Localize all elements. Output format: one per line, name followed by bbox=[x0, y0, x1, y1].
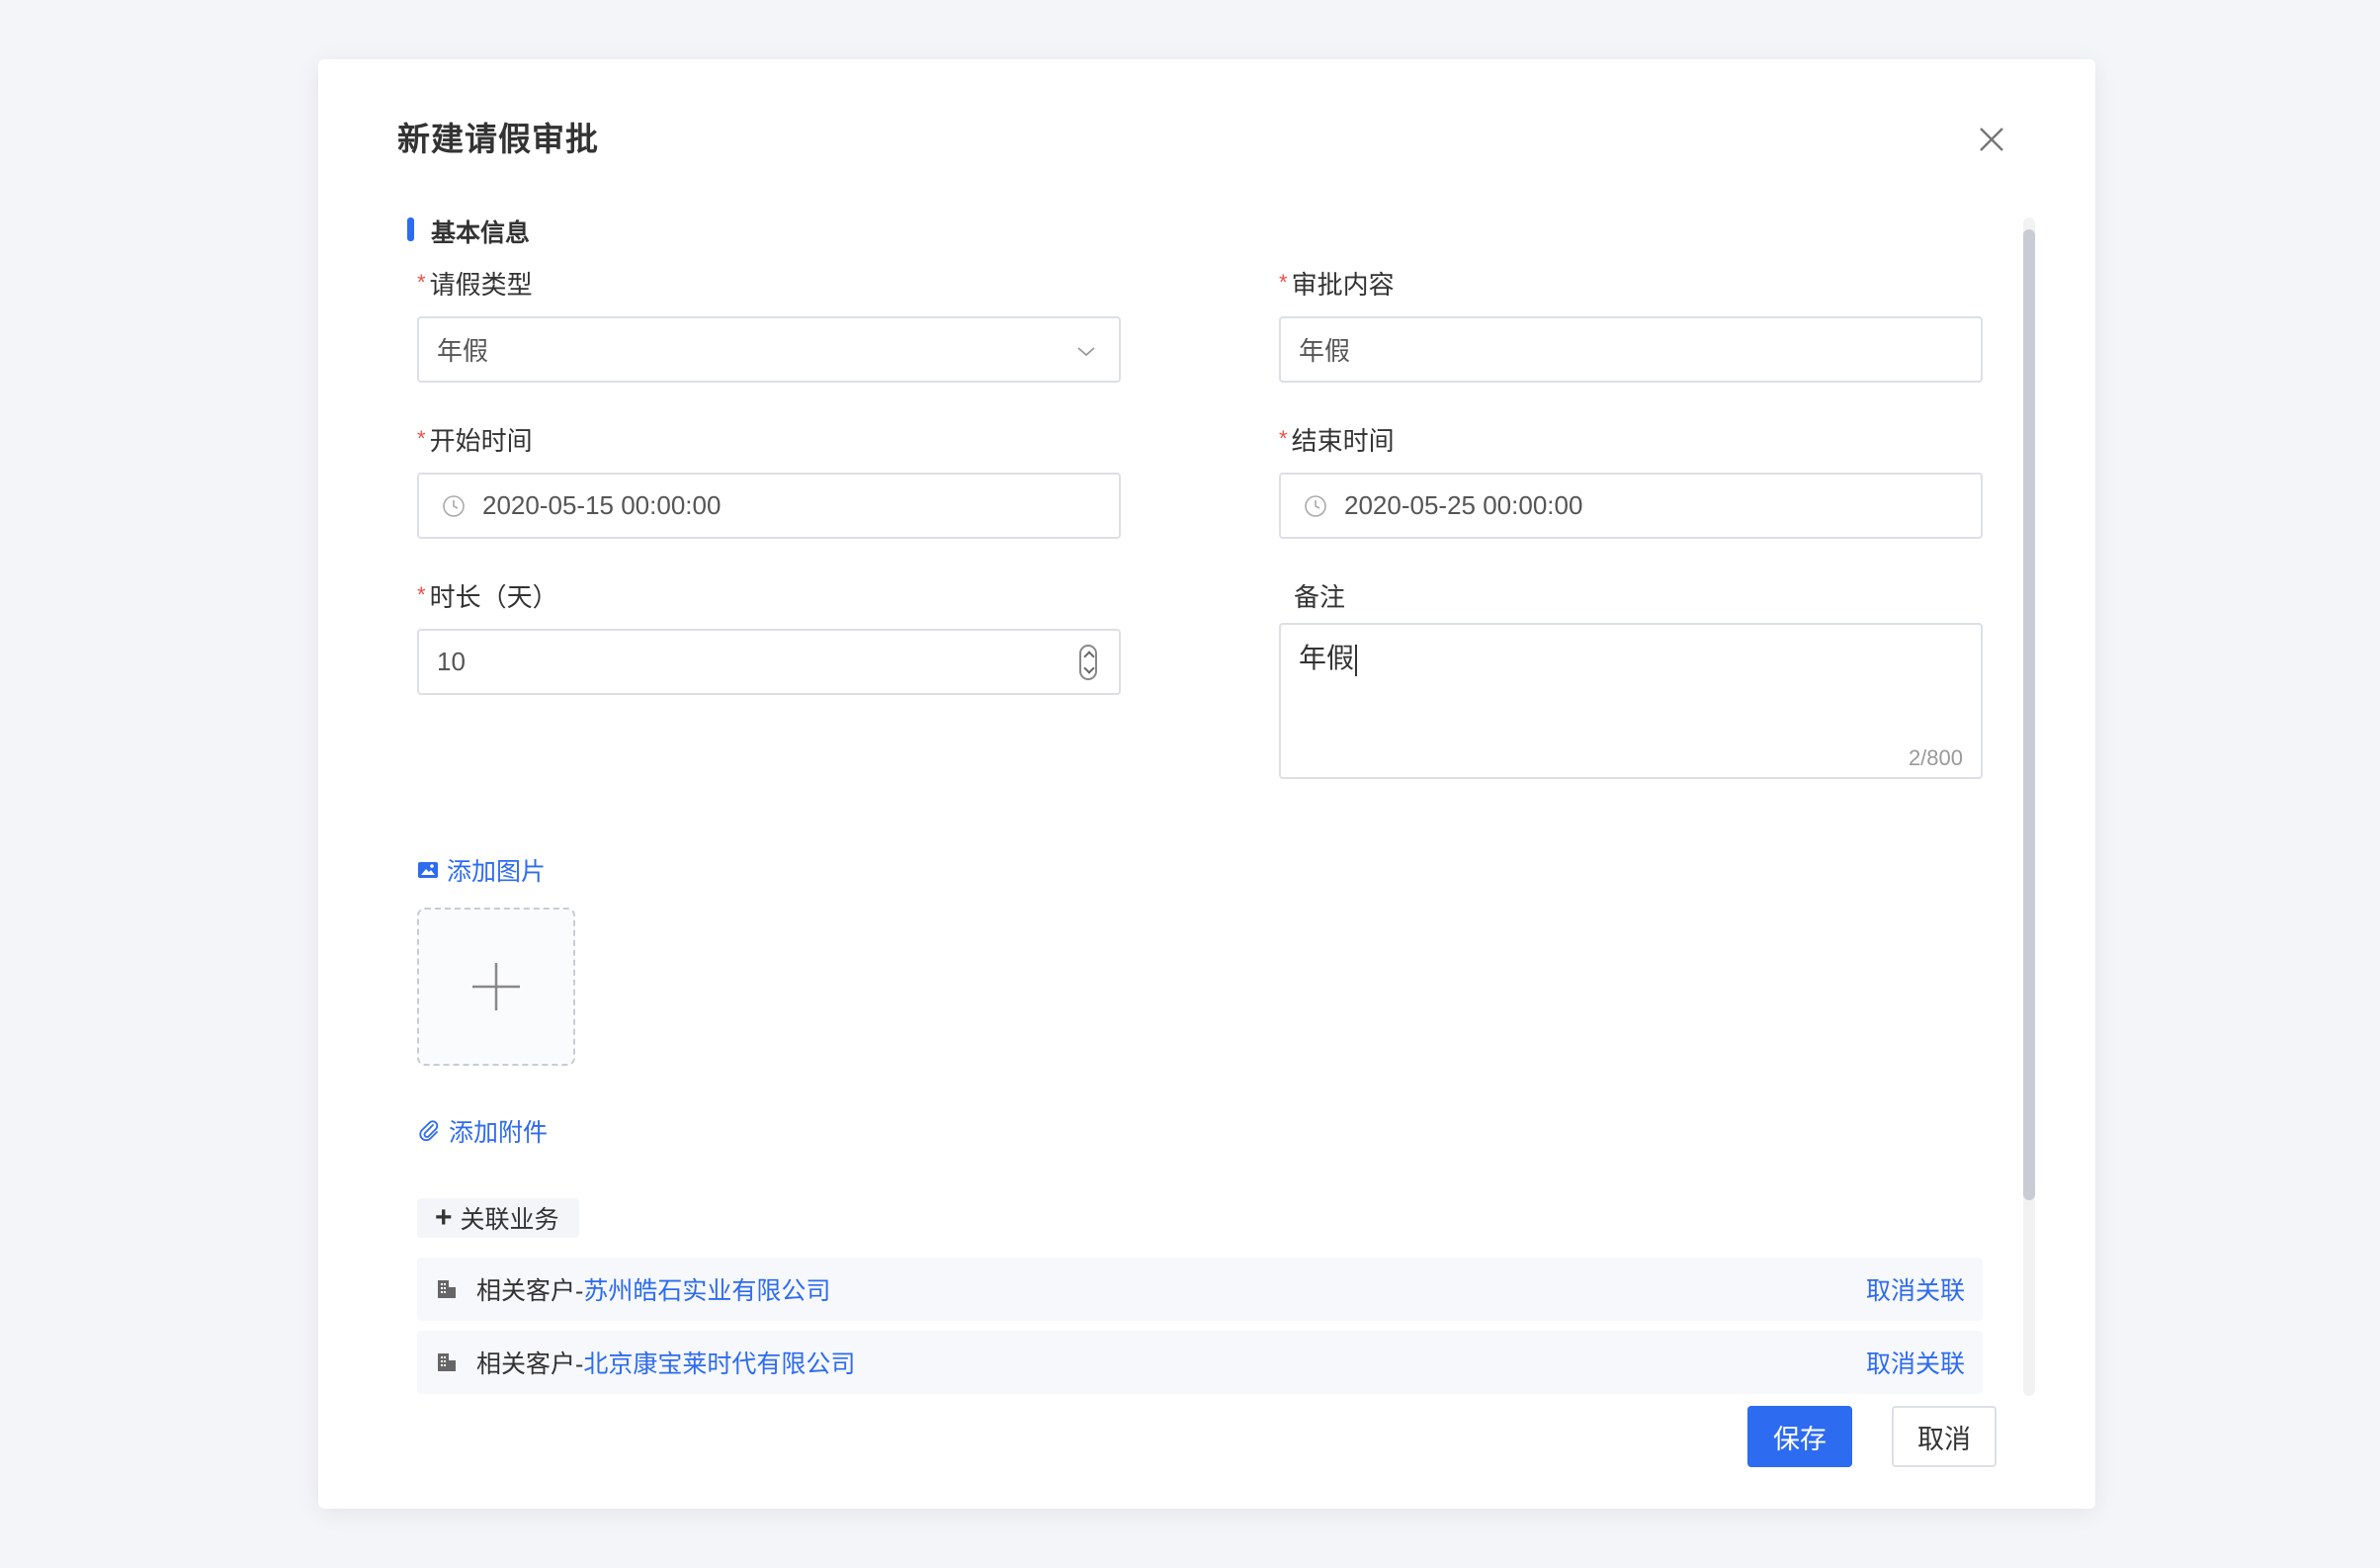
end-time-picker[interactable]: 2020-05-25 00:00:00 bbox=[1279, 473, 1983, 539]
add-related-label: 关联业务 bbox=[460, 1206, 559, 1234]
related-item: 相关客户- 苏州皓石实业有限公司 取消关联 bbox=[417, 1258, 1983, 1321]
save-button[interactable]: 保存 bbox=[1747, 1406, 1852, 1467]
plus-icon: + bbox=[435, 1201, 453, 1234]
remark-textarea[interactable]: 年假 2/800 bbox=[1279, 623, 1983, 779]
start-time-label: * 开始时间 bbox=[417, 421, 533, 458]
remark-value: 年假 bbox=[1299, 643, 1355, 673]
dialog-title: 新建请假审批 bbox=[397, 121, 599, 157]
start-time-label-text: 开始时间 bbox=[429, 426, 533, 456]
required-mark: * bbox=[417, 582, 426, 607]
end-time-label-text: 结束时间 bbox=[1291, 426, 1395, 456]
end-time-value: 2020-05-25 00:00:00 bbox=[1344, 490, 1583, 520]
related-customer-link[interactable]: 北京康宝莱时代有限公司 bbox=[583, 1345, 855, 1380]
unlink-button[interactable]: 取消关联 bbox=[1866, 1271, 1965, 1307]
approval-content-value: 年假 bbox=[1299, 336, 1351, 366]
leave-type-select[interactable]: 年假 bbox=[417, 316, 1121, 383]
scrollbar-thumb[interactable] bbox=[2023, 229, 2035, 1200]
image-upload-box[interactable] bbox=[417, 908, 575, 1066]
unlink-button[interactable]: 取消关联 bbox=[1866, 1345, 1965, 1380]
section-title: 基本信息 bbox=[407, 214, 530, 249]
building-icon bbox=[438, 1353, 456, 1371]
required-mark: * bbox=[417, 426, 426, 451]
close-button[interactable] bbox=[1969, 117, 2014, 162]
add-image-label: 添加图片 bbox=[447, 858, 547, 886]
scrollbar-track[interactable] bbox=[2023, 218, 2035, 1396]
chevron-down-icon bbox=[1077, 347, 1095, 357]
leave-type-value: 年假 bbox=[437, 336, 489, 366]
related-customer-link[interactable]: 苏州皓石实业有限公司 bbox=[583, 1271, 830, 1307]
duration-value: 10 bbox=[437, 647, 466, 676]
duration-stepper[interactable]: 10 bbox=[417, 629, 1121, 695]
approval-content-label: * 审批内容 bbox=[1279, 265, 1395, 302]
building-icon bbox=[438, 1280, 456, 1298]
plus-icon bbox=[472, 963, 520, 1010]
related-item-prefix: 相关客户- bbox=[476, 1277, 584, 1305]
related-item-prefix: 相关客户- bbox=[476, 1350, 584, 1378]
add-attachment-link[interactable]: 添加附件 bbox=[417, 1113, 548, 1149]
required-mark: * bbox=[1279, 426, 1288, 451]
duration-label-text: 时长（天） bbox=[429, 582, 558, 612]
start-time-value: 2020-05-15 00:00:00 bbox=[482, 490, 722, 520]
start-time-picker[interactable]: 2020-05-15 00:00:00 bbox=[417, 473, 1121, 539]
cancel-button[interactable]: 取消 bbox=[1892, 1406, 1997, 1467]
clock-icon bbox=[1305, 494, 1326, 517]
add-image-link[interactable]: 添加图片 bbox=[417, 852, 546, 888]
text-cursor bbox=[1355, 644, 1358, 676]
related-item: 相关客户- 北京康宝莱时代有限公司 取消关联 bbox=[417, 1331, 1983, 1394]
leave-type-label-text: 请假类型 bbox=[429, 270, 533, 300]
char-counter: 2/800 bbox=[1908, 745, 1963, 770]
approval-content-input[interactable]: 年假 bbox=[1279, 316, 1983, 383]
add-attachment-label: 添加附件 bbox=[449, 1119, 549, 1147]
required-mark: * bbox=[1279, 270, 1288, 295]
close-icon bbox=[1980, 128, 2003, 151]
image-icon bbox=[418, 862, 438, 878]
number-stepper-icon[interactable] bbox=[1079, 645, 1097, 680]
end-time-label: * 结束时间 bbox=[1279, 421, 1395, 458]
paperclip-icon bbox=[419, 1120, 439, 1142]
remark-label: 备注 bbox=[1294, 582, 1346, 612]
approval-content-label-text: 审批内容 bbox=[1291, 270, 1395, 300]
duration-label: * 时长（天） bbox=[417, 577, 558, 614]
leave-type-label: * 请假类型 bbox=[417, 265, 533, 302]
required-mark: * bbox=[417, 270, 426, 295]
leave-approval-dialog: 新建请假审批 基本信息 * 请假类型 年假 * 审批内容 年假 * 开始时间 2020… bbox=[318, 59, 2095, 1509]
clock-icon bbox=[443, 494, 465, 517]
add-related-business-button[interactable]: + 关联业务 bbox=[417, 1198, 579, 1238]
